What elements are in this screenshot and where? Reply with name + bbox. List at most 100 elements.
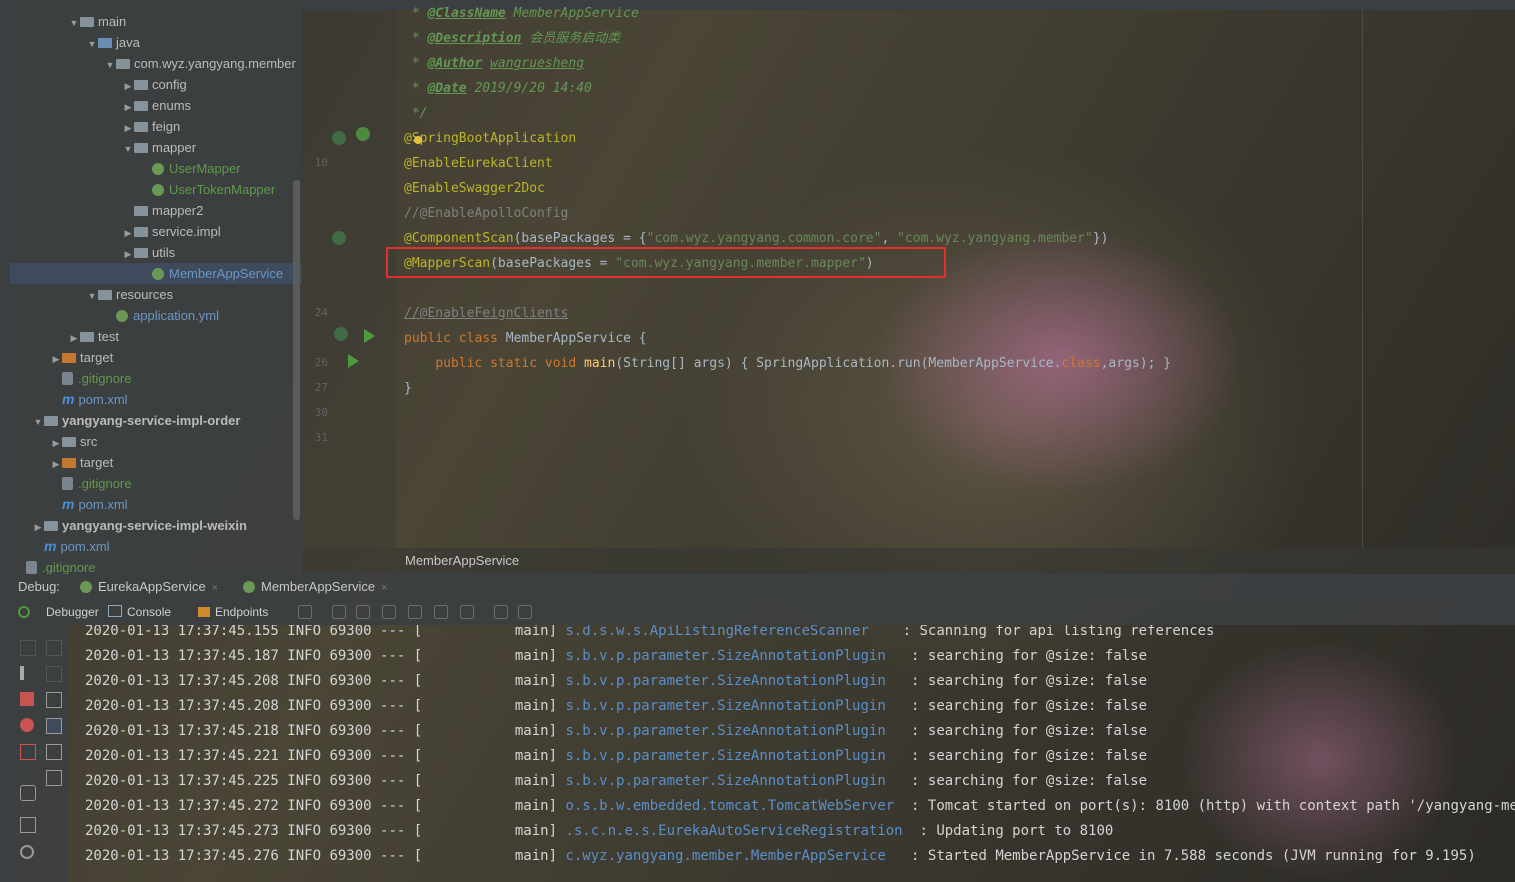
- chevron-down-icon[interactable]: ▼: [68, 13, 80, 34]
- close-icon[interactable]: ×: [381, 582, 387, 594]
- tab-console[interactable]: Console: [108, 599, 171, 625]
- pause-icon[interactable]: [20, 666, 24, 680]
- doc-description-line[interactable]: * @Description 会员服务启动类: [404, 29, 620, 49]
- doc-author-line[interactable]: * @Author wangruesheng: [404, 54, 584, 74]
- tree-item[interactable]: .gitignore: [10, 557, 302, 574]
- doc-classname-line[interactable]: * @ClassName MemberAppService: [404, 4, 639, 24]
- camera-icon[interactable]: [20, 785, 36, 801]
- debug-tab-eureka[interactable]: EurekaAppService ×: [80, 574, 218, 601]
- chevron-down-icon[interactable]: ▼: [104, 55, 116, 76]
- tree-item[interactable]: ▼ yangyang-service-impl-order: [10, 410, 302, 431]
- code-line-enableeurekaclient[interactable]: @EnableEurekaClient: [404, 154, 553, 174]
- force-step-into-icon[interactable]: [382, 605, 396, 619]
- breadcrumb-item[interactable]: MemberAppService: [405, 553, 519, 568]
- chevron-down-icon[interactable]: ▼: [122, 139, 134, 160]
- tree-item[interactable]: m pom.xml: [10, 389, 302, 410]
- console-output[interactable]: 2020-01-13 17:37:45.155 INFO 69300 --- […: [68, 625, 1515, 882]
- tree-item[interactable]: .gitignore: [10, 473, 302, 494]
- mute-breakpoints-icon[interactable]: [20, 744, 36, 760]
- tree-item[interactable]: UserTokenMapper: [10, 179, 302, 200]
- left-tool-strip-bottom[interactable]: [0, 600, 10, 882]
- resume-icon[interactable]: [20, 640, 36, 656]
- layout-icon[interactable]: [20, 817, 36, 833]
- chevron-down-icon[interactable]: ▼: [32, 412, 44, 433]
- tree-item[interactable]: .gitignore: [10, 368, 302, 389]
- tree-item[interactable]: m pom.xml: [10, 494, 302, 515]
- tree-item[interactable]: ▶ yangyang-service-impl-weixin: [10, 515, 302, 536]
- menu-icon[interactable]: [298, 605, 312, 619]
- close-icon[interactable]: ×: [212, 582, 218, 594]
- chevron-right-icon[interactable]: ▶: [50, 454, 62, 475]
- chevron-right-icon[interactable]: ▶: [122, 97, 134, 118]
- rerun-icon[interactable]: [18, 606, 30, 618]
- tree-item[interactable]: ▼ mapper: [10, 137, 302, 158]
- scroll-to-end-icon[interactable]: [46, 718, 62, 734]
- stop-icon[interactable]: [20, 692, 34, 706]
- code-line-main-method[interactable]: public static void main(String[] args) {…: [404, 354, 1171, 374]
- chevron-right-icon[interactable]: ▶: [50, 349, 62, 370]
- tree-item[interactable]: ▶ utils: [10, 242, 302, 263]
- chevron-right-icon[interactable]: ▶: [32, 517, 44, 538]
- tree-item[interactable]: MemberAppService: [10, 263, 302, 284]
- down-icon[interactable]: [46, 666, 62, 682]
- doc-end-line[interactable]: */: [404, 104, 428, 124]
- tab-endpoints[interactable]: Endpoints: [198, 599, 268, 625]
- chevron-right-icon[interactable]: ▶: [122, 76, 134, 97]
- chevron-right-icon[interactable]: ▶: [122, 118, 134, 139]
- drop-frame-icon[interactable]: [434, 605, 448, 619]
- tree-item[interactable]: mapper2: [10, 200, 302, 221]
- editor-breadcrumb[interactable]: MemberAppService: [302, 548, 1515, 574]
- step-out-icon[interactable]: [408, 605, 422, 619]
- code-line-componentscan[interactable]: @ComponentScan(basePackages = {"com.wyz.…: [404, 229, 1108, 249]
- tree-item[interactable]: ▼ com.wyz.yangyang.member: [10, 53, 302, 74]
- chevron-right-icon[interactable]: ▶: [122, 244, 134, 265]
- code-line-comment-feign[interactable]: //@EnableFeignClients: [404, 304, 568, 324]
- tree-item[interactable]: ▼ main: [10, 11, 302, 32]
- code-line-enableswagger2doc[interactable]: @EnableSwagger2Doc: [404, 179, 545, 199]
- tree-item[interactable]: ▶ src: [10, 431, 302, 452]
- tree-item[interactable]: ▶ target: [10, 347, 302, 368]
- code-line-comment-apollo[interactable]: //@EnableApolloConfig: [404, 204, 568, 224]
- tree-item[interactable]: UserMapper: [10, 158, 302, 179]
- print-icon[interactable]: [46, 744, 62, 760]
- chevron-down-icon[interactable]: ▼: [86, 286, 98, 307]
- tree-item[interactable]: ▼ java: [10, 32, 302, 53]
- view-breakpoints-icon[interactable]: [20, 718, 34, 732]
- tree-item[interactable]: m pom.xml: [10, 536, 302, 557]
- step-into-icon[interactable]: [356, 605, 370, 619]
- tree-item[interactable]: ▶ config: [10, 74, 302, 95]
- tab-debugger[interactable]: Debugger: [46, 599, 99, 625]
- tree-item[interactable]: ▼ resources: [10, 284, 302, 305]
- run-method-icon[interactable]: [348, 354, 359, 368]
- code-line-springbootapplication[interactable]: @SpringBootApplication: [404, 129, 576, 149]
- step-over-icon[interactable]: [332, 605, 346, 619]
- run-to-cursor-icon[interactable]: [460, 605, 474, 619]
- doc-date-line[interactable]: * @Date 2019/9/20 14:40: [404, 79, 592, 99]
- settings-gear-icon[interactable]: [20, 845, 34, 859]
- run-gutter-icon[interactable]: [356, 127, 370, 141]
- soft-wrap-icon[interactable]: [46, 692, 62, 708]
- tree-item[interactable]: application.yml: [10, 305, 302, 326]
- tree-item[interactable]: ▶ feign: [10, 116, 302, 137]
- chevron-right-icon[interactable]: ▶: [68, 328, 80, 349]
- spring-bean-icon[interactable]: [334, 327, 348, 341]
- tree-item[interactable]: ▶ service.impl: [10, 221, 302, 242]
- trace-icon[interactable]: [518, 605, 532, 619]
- spring-bean-icon[interactable]: [332, 131, 346, 145]
- chevron-down-icon[interactable]: ▼: [86, 34, 98, 55]
- lightbulb-icon[interactable]: [414, 136, 422, 144]
- clear-all-icon[interactable]: [46, 770, 62, 786]
- code-line-class-decl[interactable]: public class MemberAppService {: [404, 329, 647, 349]
- run-main-icon[interactable]: [364, 329, 375, 343]
- spring-bean-icon[interactable]: [332, 231, 346, 245]
- tree-item[interactable]: ▶ enums: [10, 95, 302, 116]
- project-scrollbar[interactable]: [293, 180, 300, 520]
- tree-item[interactable]: ▶ target: [10, 452, 302, 473]
- code-line-close-brace[interactable]: }: [404, 379, 412, 399]
- chevron-right-icon[interactable]: ▶: [122, 223, 134, 244]
- debug-tab-member[interactable]: MemberAppService ×: [243, 574, 388, 601]
- chevron-right-icon[interactable]: ▶: [50, 433, 62, 454]
- evaluate-icon[interactable]: [494, 605, 508, 619]
- up-icon[interactable]: [46, 640, 62, 656]
- tree-item[interactable]: ▶ test: [10, 326, 302, 347]
